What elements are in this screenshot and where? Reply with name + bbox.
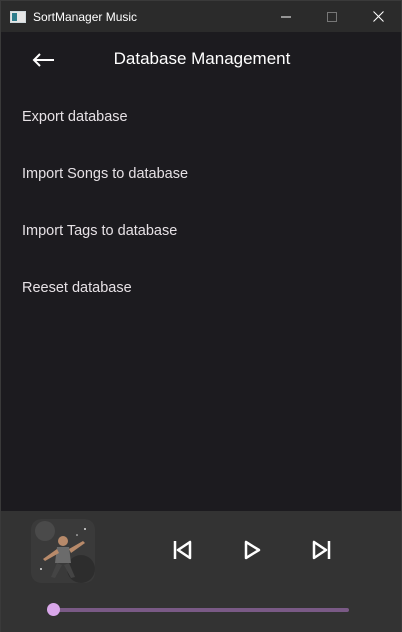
- close-icon: [372, 11, 384, 22]
- seek-bar-track[interactable]: [53, 608, 349, 612]
- page-header: Database Management: [1, 32, 401, 88]
- maximize-button[interactable]: [309, 1, 355, 32]
- import-tags-item[interactable]: Import Tags to database: [1, 201, 401, 261]
- skip-previous-icon: [173, 540, 192, 560]
- title-bar[interactable]: SortManager Music: [1, 1, 401, 32]
- import-songs-item[interactable]: Import Songs to database: [1, 144, 401, 204]
- play-button[interactable]: [239, 537, 265, 563]
- album-cover-image[interactable]: [31, 519, 95, 583]
- seek-bar-thumb[interactable]: [47, 603, 60, 616]
- next-track-button[interactable]: [309, 537, 335, 563]
- player-bar: [1, 511, 401, 632]
- maximize-icon: [327, 11, 337, 22]
- reset-database-item[interactable]: Reeset database: [1, 258, 401, 318]
- close-button[interactable]: [355, 1, 401, 32]
- page-title: Database Management: [113, 49, 291, 68]
- minimize-icon: [281, 16, 291, 17]
- window-title: SortManager Music: [33, 9, 138, 24]
- database-options-list: Export database Import Songs to database…: [1, 88, 401, 318]
- previous-track-button[interactable]: [169, 537, 195, 563]
- play-icon: [244, 540, 261, 560]
- app-window: SortManager Music Database Management Ex…: [0, 0, 402, 632]
- app-window-icon: [10, 10, 26, 23]
- minimize-button[interactable]: [263, 1, 309, 32]
- skip-next-icon: [312, 540, 331, 560]
- export-database-item[interactable]: Export database: [1, 87, 401, 147]
